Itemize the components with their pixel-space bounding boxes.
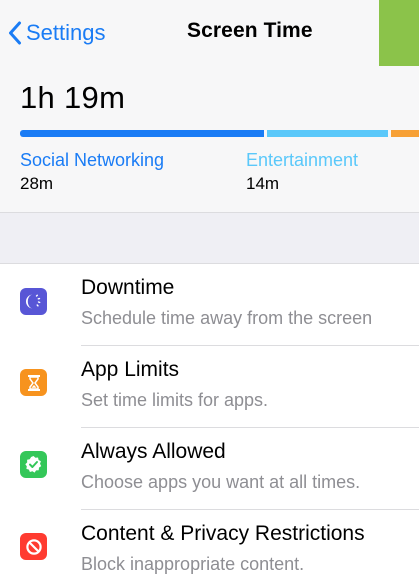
screen-time-screen: Settings Screen Time 1h 19m Social Netwo… (0, 0, 419, 578)
usage-summary[interactable]: 1h 19m Social Networking 28m Entertainme… (0, 66, 419, 212)
list-item-always-allowed[interactable]: Always Allowed Choose apps you want at a… (0, 428, 419, 510)
back-button-label: Settings (26, 20, 106, 45)
usage-bar-social-segment (20, 130, 264, 137)
list-item-downtime[interactable]: Downtime Schedule time away from the scr… (0, 264, 419, 346)
restriction-icon (20, 533, 47, 560)
category-time: 28m (20, 174, 54, 193)
category-name: Social Networking (20, 150, 165, 170)
hourglass-icon (20, 369, 47, 396)
list-item-title: App Limits (81, 358, 180, 381)
list-item-subtitle: Choose apps you want at all times. (81, 472, 361, 492)
category-social-networking: Social Networking 28m (20, 150, 164, 194)
list-item-subtitle: Set time limits for apps. (81, 390, 269, 410)
checkmark-badge-icon (20, 451, 47, 478)
usage-bar-entertainment-segment (267, 130, 388, 137)
list-item-subtitle: Block inappropriate content. (81, 554, 305, 574)
list-item-content-privacy-restrictions[interactable]: Content & Privacy Restrictions Block ina… (0, 510, 419, 578)
navigation-bar: Settings Screen Time (0, 0, 419, 66)
list-item-app-limits[interactable]: App Limits Set time limits for apps. (0, 346, 419, 428)
back-button[interactable]: Settings (8, 17, 106, 49)
list-item-title: Downtime (81, 276, 175, 299)
chevron-left-icon (8, 21, 22, 45)
category-time: 14m (246, 174, 280, 193)
total-screen-time: 1h 19m (20, 80, 126, 115)
category-name: Entertainment (246, 150, 359, 170)
list-item-title: Always Allowed (81, 440, 226, 463)
list-item-title: Content & Privacy Restrictions (81, 522, 365, 545)
list-item-subtitle: Schedule time away from the screen (81, 308, 373, 328)
moon-clock-icon (20, 288, 47, 315)
section-spacer (0, 213, 419, 263)
usage-bar-other-segment (391, 130, 419, 137)
page-title: Screen Time (187, 19, 313, 42)
category-entertainment: Entertainment 14m (246, 150, 358, 194)
settings-list: Downtime Schedule time away from the scr… (0, 264, 419, 578)
usage-bar (20, 130, 419, 137)
